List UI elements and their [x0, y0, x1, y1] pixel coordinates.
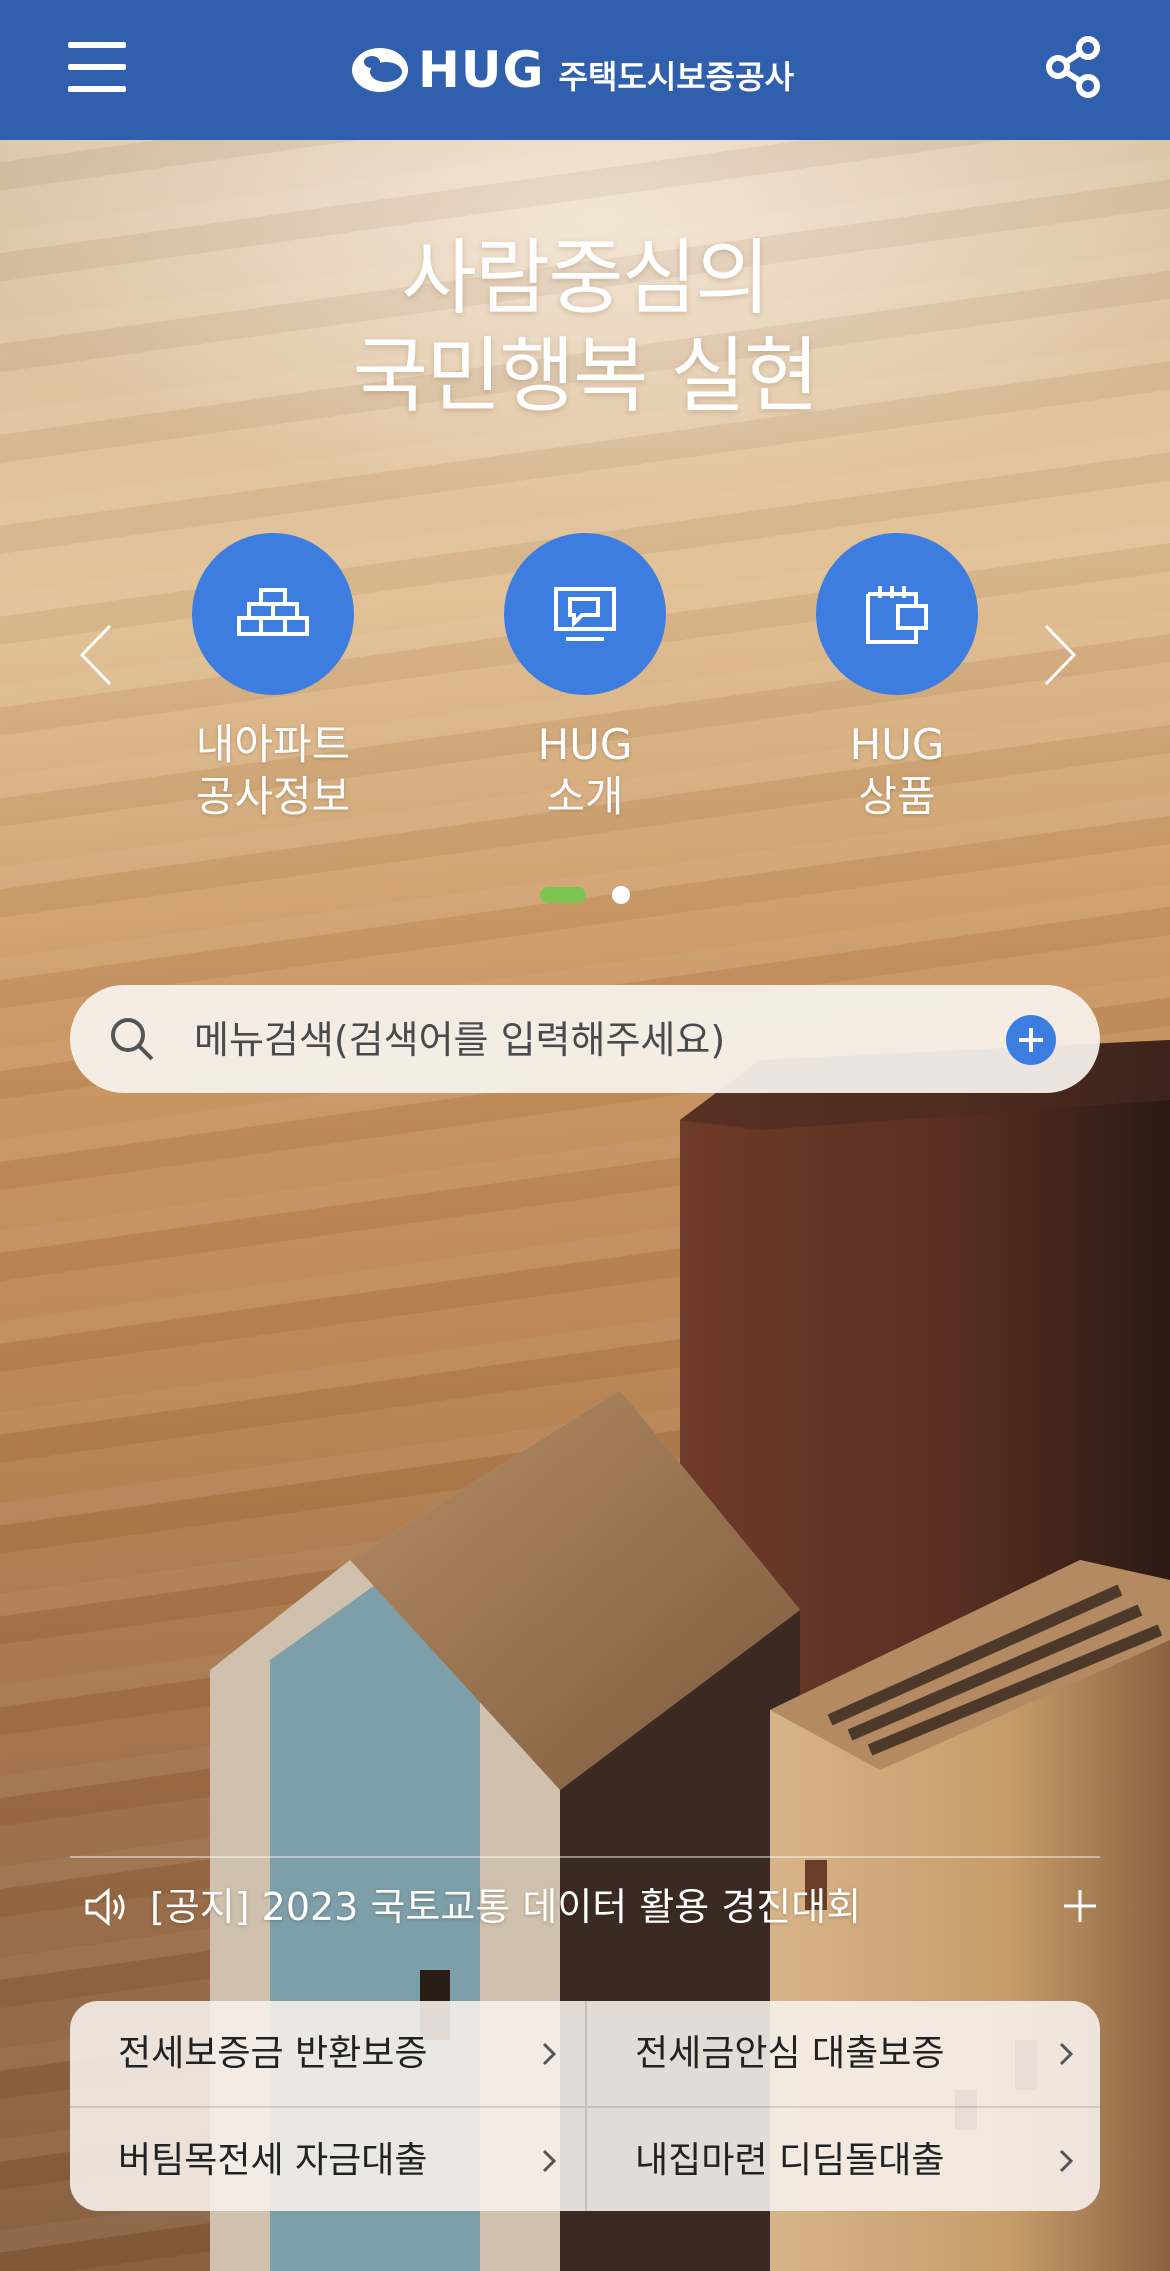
carousel-prev-button[interactable] — [76, 620, 116, 690]
carousel-pagination — [540, 886, 630, 904]
hero-background — [0, 140, 1170, 2271]
app-header: HUG 주택도시보증공사 — [0, 0, 1170, 140]
slogan-line-2: 국민행복 실현 — [352, 329, 820, 424]
quick-menu-label-line2: 상품 — [858, 772, 936, 821]
plus-icon — [1019, 1028, 1043, 1052]
carousel-page-2-indicator[interactable] — [612, 886, 630, 904]
notice-text-link[interactable]: [공지] 2023 국토교통 데이터 활용 경진대회 — [150, 1878, 861, 1936]
quick-menu-label: 내아파트 공사정보 — [163, 719, 383, 823]
quick-menu-icon-circle — [504, 533, 666, 695]
menu-search-bar — [70, 985, 1100, 1093]
quick-menu-label: HUG 소개 — [475, 719, 695, 823]
logo-text: HUG — [418, 41, 545, 99]
logo-subtitle: 주택도시보증공사 — [558, 58, 795, 96]
search-icon[interactable] — [106, 1013, 158, 1065]
shortcut-label: 내집마련 디딤돌대출 — [635, 2140, 945, 2181]
speaker-icon — [85, 1888, 125, 1926]
hamburger-line — [68, 64, 126, 70]
chevron-right-icon — [542, 2042, 557, 2066]
shortcut-grid: 전세보증금 반환보증 전세금안심 대출보증 버팀목전세 자금대출 내집마련 디딤… — [70, 2001, 1100, 2211]
chevron-left-icon — [79, 624, 112, 686]
quick-menu-label-line1: HUG — [849, 720, 945, 769]
carousel-next-button[interactable] — [1040, 620, 1080, 690]
hamburger-line — [68, 42, 126, 48]
shortcut-jeonse-safe-loan-guarantee[interactable]: 전세금안심 대출보증 — [585, 2001, 1100, 2106]
notice-divider — [70, 1856, 1100, 1858]
hamburger-menu-button[interactable] — [68, 40, 126, 96]
carousel-page-1-indicator[interactable] — [540, 887, 586, 903]
shortcut-jeonse-deposit-return-guarantee[interactable]: 전세보증금 반환보증 — [70, 2001, 585, 2106]
shortcut-label: 전세보증금 반환보증 — [118, 2033, 428, 2074]
notice-bar: [공지] 2023 국토교통 데이터 활용 경진대회 — [84, 1878, 1096, 1936]
quick-menu-hug-intro[interactable]: HUG 소개 — [475, 533, 695, 823]
notice-more-button[interactable] — [1060, 1876, 1100, 1936]
wooden-houses-image — [210, 1040, 1170, 2271]
chevron-right-icon — [542, 2149, 557, 2173]
calendar-wallet-icon — [866, 586, 928, 644]
quick-menu-apartment-info[interactable]: 내아파트 공사정보 — [163, 533, 383, 823]
shortcut-beotimmok-jeonse-loan[interactable]: 버팀목전세 자금대출 — [70, 2106, 585, 2211]
hug-logo[interactable]: HUG 주택도시보증공사 — [350, 30, 794, 110]
hero-slogan: 사람중심의 국민행복 실현 — [0, 230, 1170, 426]
chat-monitor-icon — [554, 587, 616, 641]
quick-menu-icon-circle — [816, 533, 978, 695]
search-plus-button[interactable] — [1006, 1015, 1056, 1065]
building-blocks-icon — [237, 588, 309, 636]
shortcut-label: 전세금안심 대출보증 — [635, 2033, 945, 2074]
hug-logo-mark-icon — [352, 48, 408, 92]
quick-menu-hug-products[interactable]: HUG 상품 — [787, 533, 1007, 823]
chevron-right-icon — [1044, 624, 1077, 686]
quick-menu-label-line1: 내아파트 — [195, 720, 351, 769]
shortcut-label: 버팀목전세 자금대출 — [118, 2140, 428, 2181]
menu-search-input[interactable] — [192, 1005, 1056, 1075]
share-icon — [1046, 36, 1100, 98]
chevron-right-icon — [1059, 2149, 1074, 2173]
shortcut-didimdol-home-loan[interactable]: 내집마련 디딤돌대출 — [585, 2106, 1100, 2211]
quick-menu-label-line2: 공사정보 — [195, 772, 351, 821]
share-button[interactable] — [1046, 36, 1102, 98]
quick-menu-label-line2: 소개 — [546, 772, 624, 821]
plus-icon — [1064, 1890, 1096, 1922]
chevron-right-icon — [1059, 2042, 1074, 2066]
quick-menu-icon-circle — [192, 533, 354, 695]
quick-menu-label: HUG 상품 — [787, 719, 1007, 823]
quick-menu-label-line1: HUG — [537, 720, 633, 769]
slogan-line-1: 사람중심의 — [401, 231, 770, 326]
hamburger-line — [68, 86, 126, 92]
